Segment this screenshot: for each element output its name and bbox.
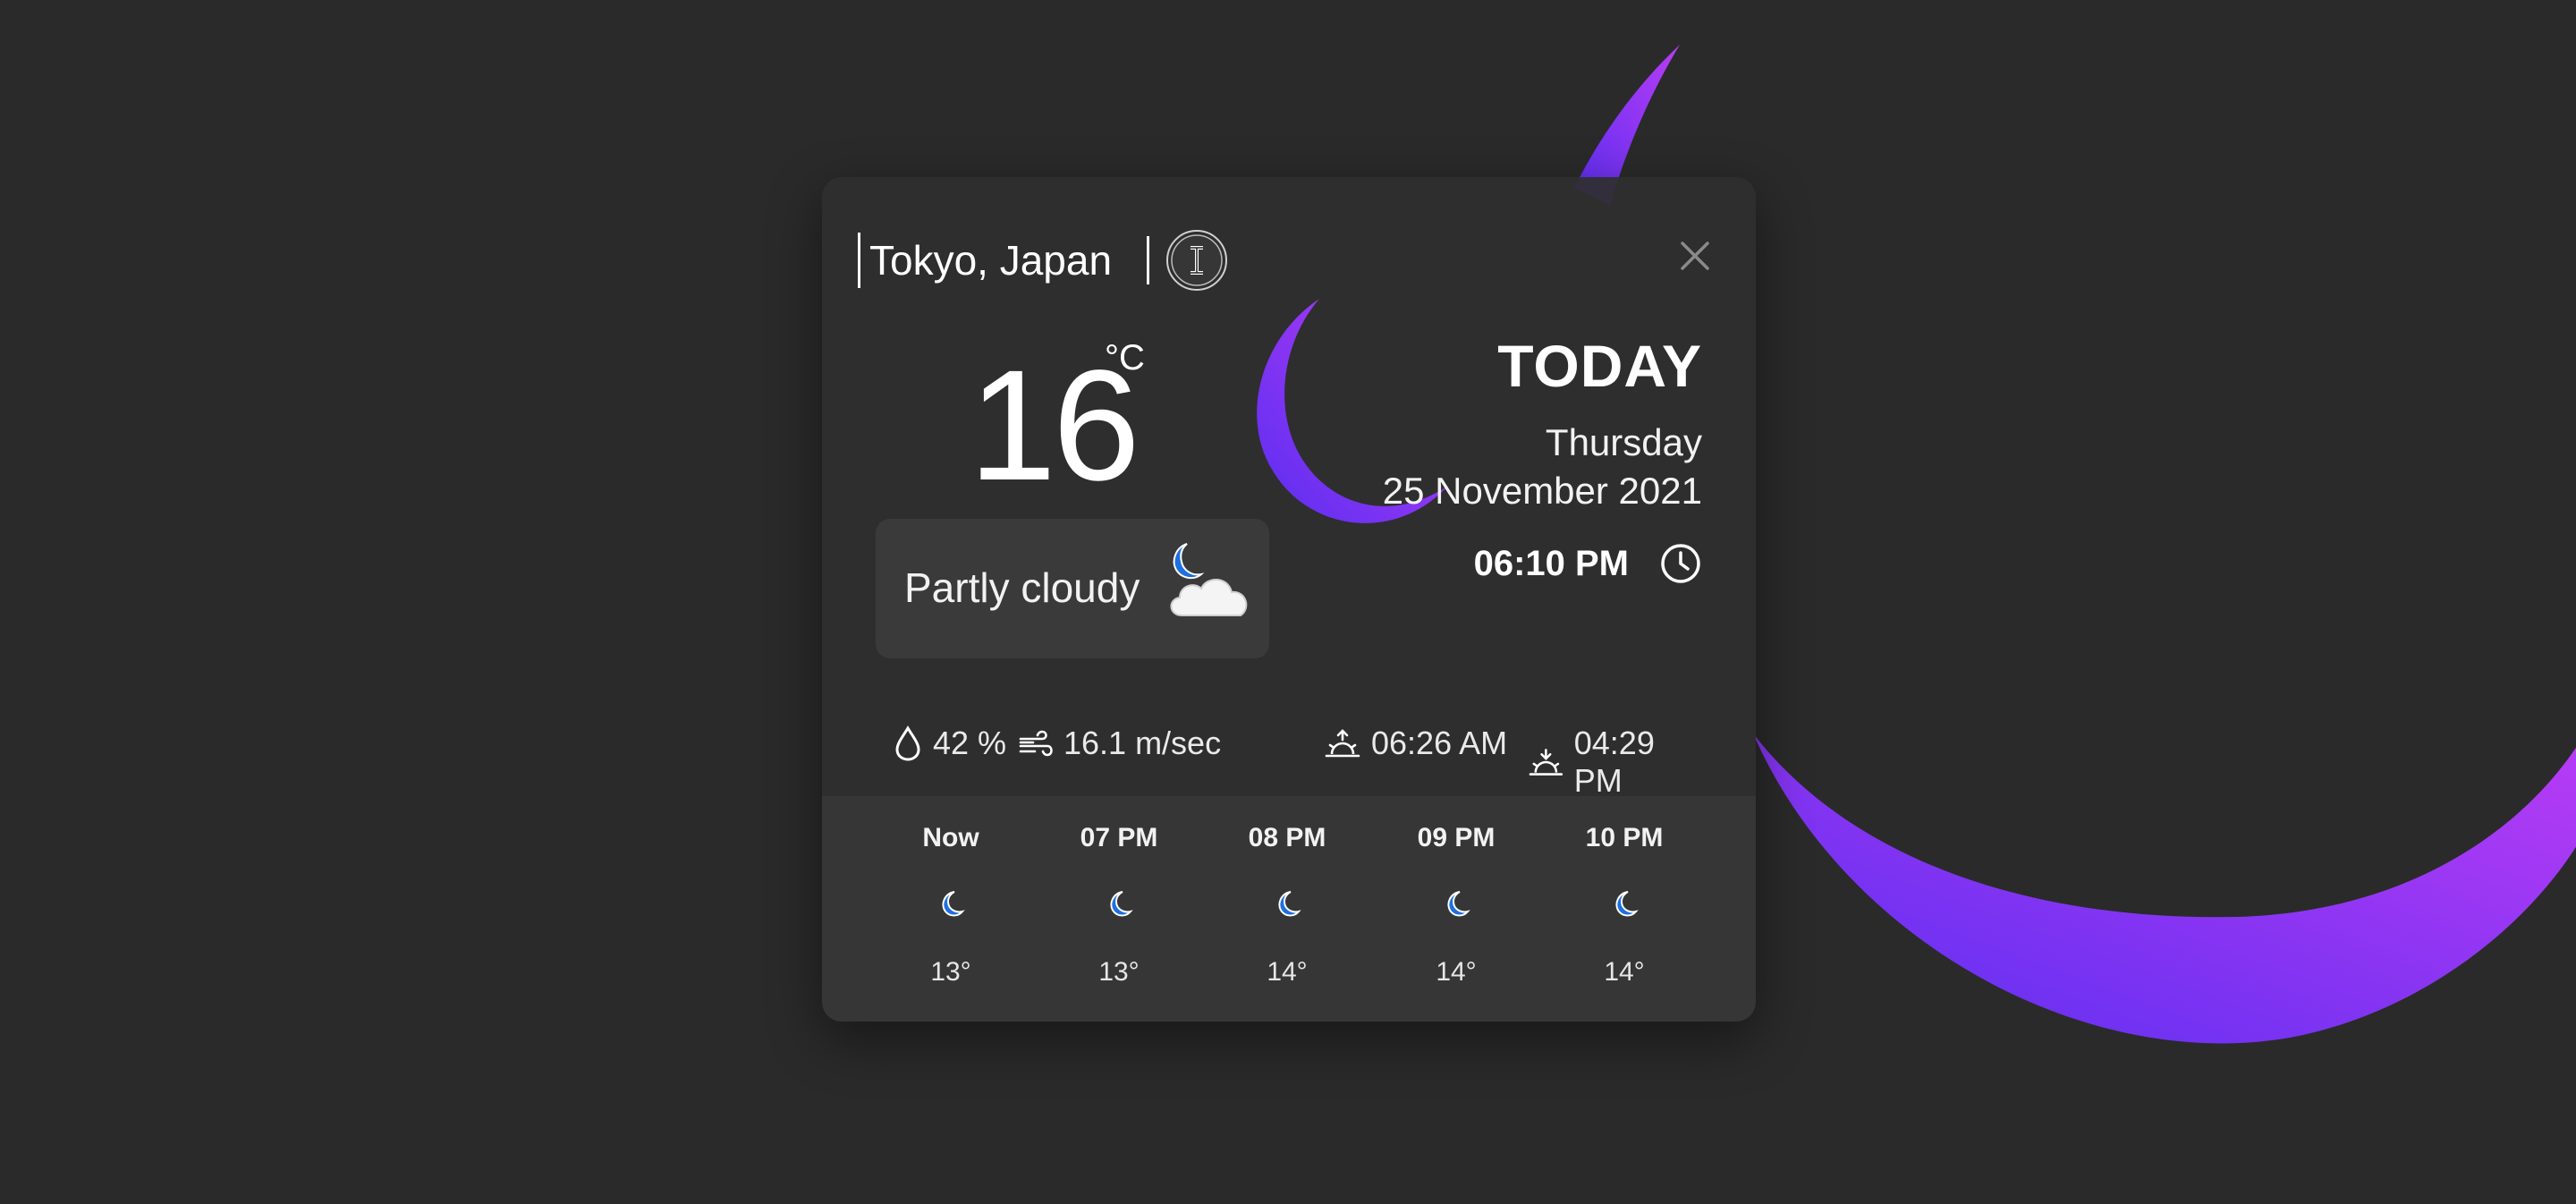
sunrise-stat: 06:26 AM <box>1325 725 1507 762</box>
moon-icon <box>942 891 965 917</box>
sunrise-value: 06:26 AM <box>1371 725 1508 761</box>
condition-panel: Partly cloudy <box>876 519 1269 658</box>
forecast-time: Now <box>922 823 979 852</box>
city-search-input[interactable] <box>869 236 1149 284</box>
forecast-item[interactable]: Now 13° <box>884 796 1018 1022</box>
forecast-time: 08 PM <box>1248 823 1326 852</box>
text-cursor-icon <box>1166 230 1227 291</box>
sunrise-icon <box>1325 729 1360 758</box>
wind-stat: 16.1 m/sec <box>1019 725 1221 762</box>
partly-cloudy-night-icon <box>1170 543 1248 616</box>
time-row: 06:10 PM <box>1474 542 1702 585</box>
forecast-time: 09 PM <box>1417 823 1496 852</box>
sunset-stat: 04:29 PM <box>1529 725 1707 800</box>
temperature-unit: °C <box>1105 338 1145 377</box>
search-row <box>858 229 1228 292</box>
moon-icon <box>1447 891 1470 917</box>
forecast-item[interactable]: 10 PM 14° <box>1557 796 1691 1022</box>
humidity-value: 42 % <box>933 725 1007 761</box>
sunset-icon <box>1529 749 1563 776</box>
forecast-temp: 14° <box>1604 957 1645 987</box>
forecast-temp: 14° <box>1267 957 1308 987</box>
forecast-item[interactable]: 09 PM 14° <box>1389 796 1523 1022</box>
weather-card: 16 °C Partly cloudy TODAY Thursday 25 No… <box>822 177 1756 1022</box>
forecast-item[interactable]: 08 PM 14° <box>1220 796 1354 1022</box>
hourly-forecast: Now 13° 07 PM 13° 08 PM 14° 09 PM 14° 10… <box>822 796 1756 1022</box>
moon-icon <box>1615 891 1639 917</box>
droplet-icon <box>895 725 920 761</box>
forecast-temp: 14° <box>1436 957 1477 987</box>
today-heading: TODAY <box>1497 333 1702 399</box>
weekday-label: Thursday <box>1545 421 1702 463</box>
input-caret <box>858 233 860 288</box>
humidity-stat: 42 % <box>894 725 1006 762</box>
moon-icon <box>1278 891 1301 917</box>
sunset-value: 04:29 PM <box>1573 725 1655 799</box>
current-time: 06:10 PM <box>1473 543 1629 583</box>
forecast-time: 10 PM <box>1585 823 1664 852</box>
forecast-item[interactable]: 07 PM 13° <box>1052 796 1186 1022</box>
date-panel: TODAY Thursday 25 November 2021 <box>1383 336 1702 515</box>
date-label: 25 November 2021 <box>1382 470 1702 512</box>
forecast-temp: 13° <box>1098 957 1140 987</box>
close-icon[interactable] <box>1677 238 1713 274</box>
forecast-temp: 13° <box>930 957 971 987</box>
condition-label: Partly cloudy <box>904 564 1140 611</box>
stats-row: 42 % 16.1 m/sec 06:26 AM 04:29 PM <box>876 725 1707 799</box>
wind-value: 16.1 m/sec <box>1063 725 1222 761</box>
clock-icon <box>1661 544 1700 583</box>
wind-icon <box>1019 730 1053 757</box>
forecast-time: 07 PM <box>1080 823 1158 852</box>
moon-icon <box>1110 891 1133 917</box>
